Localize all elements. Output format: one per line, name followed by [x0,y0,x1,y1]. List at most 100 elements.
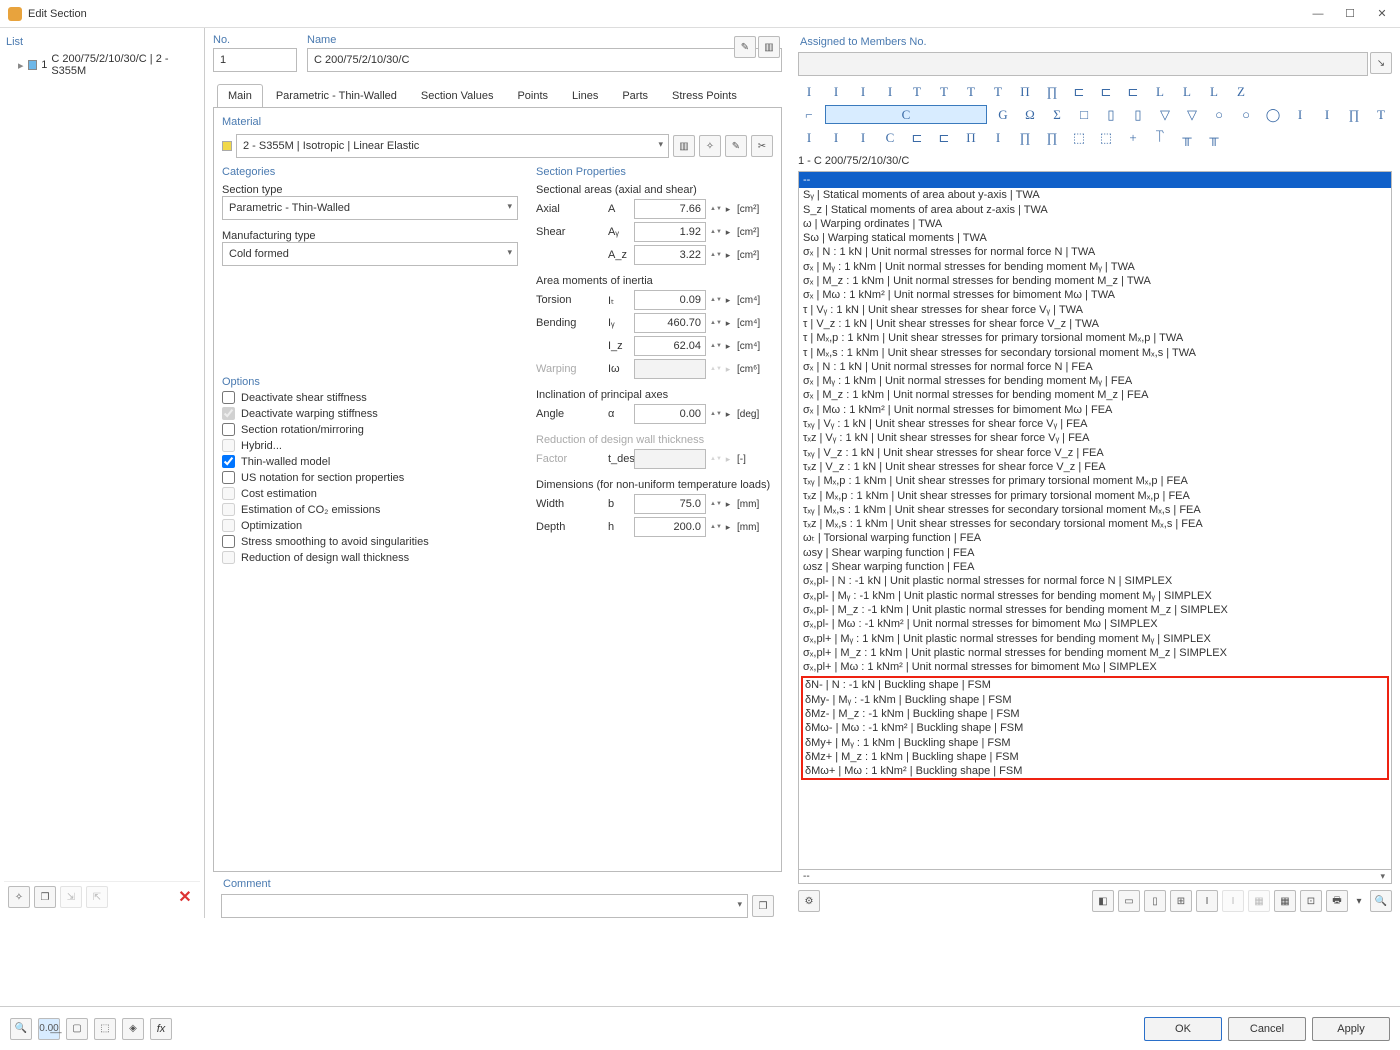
shape-icon[interactable]: ⊏ [1095,82,1117,101]
shape-icon[interactable]: I [852,128,874,147]
opt-thinwalled[interactable]: Thin-walled model [222,455,518,468]
shape-icon[interactable]: I [987,128,1009,147]
comment-pick-icon[interactable]: ❐ [752,895,774,917]
tab-section-values[interactable]: Section Values [410,84,505,108]
tab-main[interactable]: Main [217,84,263,108]
result-item-fsm[interactable]: δMy- | Mᵧ : -1 kNm | Buckling shape | FS… [803,693,1387,707]
iz-field[interactable] [634,336,706,356]
shape-icon[interactable]: ▽ [1181,105,1203,124]
result-item-fsm[interactable]: δMy+ | Mᵧ : 1 kNm | Buckling shape | FSM [803,736,1387,750]
shape-icon[interactable]: ⬚ [1068,128,1090,147]
shape-icon[interactable]: ꓅ [1149,128,1171,147]
result-header[interactable]: -- [799,172,1391,188]
result-item[interactable]: τ | Mₓ,p : 1 kNm | Unit shear stresses f… [799,331,1391,345]
material-select[interactable] [236,134,669,158]
tool-button[interactable]: ⇲ [60,886,82,908]
mfgtype-select[interactable] [222,242,518,266]
shape-icon[interactable]: ⊏ [1122,82,1144,101]
cancel-button[interactable]: Cancel [1228,1017,1306,1041]
result-item[interactable]: σₓ,pl- | Mᵧ : -1 kNm | Unit plastic norm… [799,589,1391,603]
shape-icon[interactable]: ⊏ [906,128,928,147]
apply-button[interactable]: Apply [1312,1017,1390,1041]
comment-field[interactable] [221,894,748,918]
shape-icon[interactable]: L [1176,82,1198,101]
ay-field[interactable] [634,222,706,242]
result-item[interactable]: ωsy | Shear warping function | FEA [799,546,1391,560]
result-item[interactable]: σₓ,pl- | Mω : -1 kNm² | Unit normal stre… [799,617,1391,631]
result-item[interactable]: τₓz | V_z : 1 kN | Unit shear stresses f… [799,460,1391,474]
iy-field[interactable] [634,313,706,333]
shape-icon[interactable]: ∏ [1041,82,1063,101]
print-icon[interactable]: 🖶 [1326,890,1348,912]
view-tool-icon[interactable]: ▯ [1144,890,1166,912]
shape-icon[interactable]: ⊏ [933,128,955,147]
result-item[interactable]: τₓᵧ | Mₓ,s : 1 kNm | Unit shear stresses… [799,503,1391,517]
shape-c-icon[interactable]: ⊏ [1068,82,1090,101]
sectiontype-select[interactable] [222,196,518,220]
result-dropdown[interactable]: -- [798,870,1392,884]
shape-icon[interactable]: T [960,82,982,101]
shape-icon[interactable]: Π [960,128,982,147]
shape-icon[interactable]: ▯ [1127,105,1149,124]
result-item[interactable]: Sᵧ | Statical moments of area about y-ax… [799,188,1391,202]
view-tool-icon[interactable]: I [1196,890,1218,912]
shape-z-icon[interactable]: Z [1230,82,1252,101]
result-item-fsm[interactable]: δMω+ | Mω : 1 kNm² | Buckling shape | FS… [803,764,1387,778]
shape-icon[interactable]: ▽ [1154,105,1176,124]
calc-icon[interactable]: 0.0̲0̲ [38,1018,60,1040]
view-tool-icon[interactable]: ▦ [1248,890,1270,912]
result-item[interactable]: σₓ | M_z : 1 kNm | Unit normal stresses … [799,388,1391,402]
shape-icon[interactable]: ∏ [1014,128,1036,147]
result-item[interactable]: τ | V_z : 1 kN | Unit shear stresses for… [799,317,1391,331]
result-item[interactable]: σₓ | M_z : 1 kNm | Unit normal stresses … [799,274,1391,288]
view-tool-icon[interactable]: ⊡ [1300,890,1322,912]
axial-field[interactable] [634,199,706,219]
result-item[interactable]: ωsz | Shear warping function | FEA [799,560,1391,574]
delete-button[interactable]: ✕ [174,886,196,908]
result-item-fsm[interactable]: δN- | N : -1 kN | Buckling shape | FSM [803,678,1387,692]
shape-icon[interactable]: L [1203,82,1225,101]
tab-stress-points[interactable]: Stress Points [661,84,748,108]
tab-parametric[interactable]: Parametric - Thin-Walled [265,84,408,108]
opt-rotation[interactable]: Section rotation/mirroring [222,423,518,436]
depth-field[interactable] [634,517,706,537]
view-mode-icon[interactable]: ▢ [66,1018,88,1040]
tab-parts[interactable]: Parts [611,84,659,108]
result-item[interactable]: σₓ | Mω : 1 kNm² | Unit normal stresses … [799,403,1391,417]
tab-points[interactable]: Points [506,84,559,108]
result-list[interactable]: -- Sᵧ | Statical moments of area about y… [798,171,1392,870]
shape-icon[interactable]: ⬚ [1095,128,1117,147]
result-item-fsm[interactable]: δMz- | M_z : -1 kNm | Buckling shape | F… [803,707,1387,721]
shape-icon[interactable]: T [933,82,955,101]
result-tool-icon[interactable]: ⚙ [798,890,820,912]
shape-icon[interactable]: ▯ [1100,105,1122,124]
shape-icon[interactable]: I [1316,105,1338,124]
shape-t-icon[interactable]: T [906,82,928,101]
material-edit-icon[interactable]: ✎ [725,135,747,157]
shape-icon[interactable]: ○ [1235,105,1257,124]
result-item[interactable]: σₓ,pl- | M_z : -1 kNm | Unit plastic nor… [799,603,1391,617]
view-tool-icon[interactable]: ⊞ [1170,890,1192,912]
shape-icon[interactable]: G [992,105,1014,124]
result-item[interactable]: τₓᵧ | V_z : 1 kN | Unit shear stresses f… [799,446,1391,460]
section-list[interactable]: ▸ 1 C 200/75/2/10/30/C | 2 - S355M [4,52,200,881]
maximize-button[interactable]: ☐ [1344,8,1356,20]
copy-section-button[interactable]: ❐ [34,886,56,908]
result-item[interactable]: S_z | Statical moments of area about z-a… [799,203,1391,217]
result-item-fsm[interactable]: δMz+ | M_z : 1 kNm | Buckling shape | FS… [803,750,1387,764]
result-item[interactable]: σₓ | N : 1 kN | Unit normal stresses for… [799,360,1391,374]
grid-tool-icon[interactable]: ▦ [1274,890,1296,912]
material-del-icon[interactable]: ✂ [751,135,773,157]
result-item[interactable]: σₓ,pl- | N : -1 kN | Unit plastic normal… [799,574,1391,588]
shape-l-icon[interactable]: L [1149,82,1171,101]
view-tool-icon[interactable]: I [1222,890,1244,912]
width-field[interactable] [634,494,706,514]
shape-icon[interactable]: T [987,82,1009,101]
result-item[interactable]: σₓ | Mᵧ : 1 kNm | Unit normal stresses f… [799,374,1391,388]
result-item[interactable]: σₓ,pl+ | M_z : 1 kNm | Unit plastic norm… [799,646,1391,660]
shape-icon[interactable]: ╥ [1176,128,1198,147]
ok-button[interactable]: OK [1144,1017,1222,1041]
result-item[interactable]: σₓ,pl+ | Mᵧ : 1 kNm | Unit plastic norma… [799,632,1391,646]
help-icon[interactable]: 🔍 [10,1018,32,1040]
result-item[interactable]: τₓz | Mₓ,p : 1 kNm | Unit shear stresses… [799,489,1391,503]
